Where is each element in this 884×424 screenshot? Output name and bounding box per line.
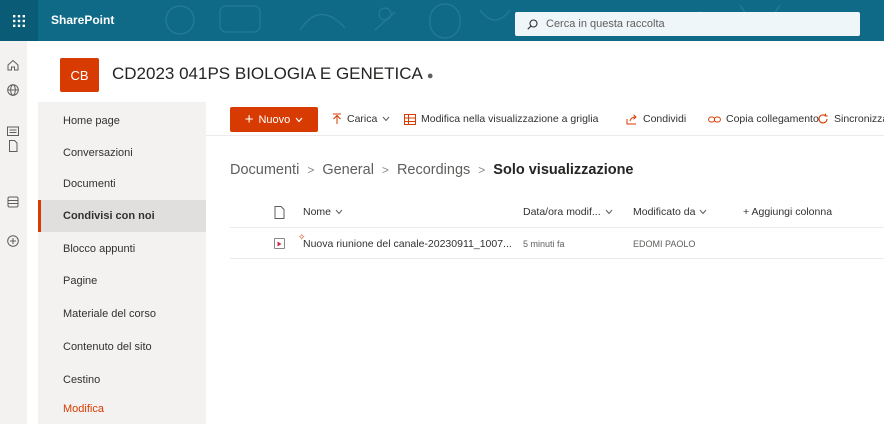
app-rail [0, 41, 27, 424]
list-header: Nome Data/ora modif... Modificato da + A… [230, 196, 884, 228]
suite-header: SharePoint Cerca in questa raccolta [0, 0, 884, 41]
share-label: Condividi [643, 113, 687, 125]
new-button[interactable]: + Nuovo [230, 107, 318, 132]
home-icon[interactable] [6, 58, 20, 72]
column-header-name[interactable]: Nome [303, 196, 343, 228]
modified-value: 5 minuti fa [523, 238, 565, 249]
grid-icon [404, 113, 416, 125]
nav-item-pages[interactable]: Pagine [38, 265, 206, 297]
name-column-label: Nome [303, 206, 332, 218]
sync-button[interactable]: Sincronizza [817, 102, 884, 136]
chevron-down-icon [382, 116, 390, 122]
search-icon [527, 18, 538, 30]
nav-item-class-materials[interactable]: Materiale del corso [38, 298, 206, 330]
sync-label: Sincronizza [834, 113, 884, 125]
video-file-icon [274, 228, 285, 259]
nav-edit-link[interactable]: Modifica [38, 393, 206, 424]
share-icon [626, 113, 637, 124]
copy-link-label: Copia collegamento [726, 113, 819, 125]
news-icon[interactable] [6, 124, 20, 138]
app-name[interactable]: SharePoint [51, 0, 114, 41]
site-logo[interactable]: CB [60, 58, 99, 92]
upload-icon [333, 113, 341, 124]
modified-by-column-label: Modificato da [633, 206, 696, 218]
share-button[interactable]: Condividi [626, 102, 686, 136]
chevron-down-icon [605, 209, 613, 215]
plus-icon: + [244, 111, 254, 128]
file-type-icon [274, 205, 285, 219]
column-header-modified[interactable]: Data/ora modif... [523, 196, 613, 228]
waffle-icon [13, 14, 25, 27]
column-header-modified-by[interactable]: Modificato da [633, 196, 707, 228]
modified-by-value[interactable]: EDOMI PAOLO [633, 228, 695, 259]
copy-link-button[interactable]: Copia collegamento [708, 102, 819, 136]
create-icon[interactable] [6, 234, 20, 248]
nav-item-conversations[interactable]: Conversazioni [38, 137, 206, 169]
site-title[interactable]: CD2023 041PS BIOLOGIA E GENETICA [112, 64, 423, 83]
nav-item-shared-with-us[interactable]: Condivisi con noi [38, 200, 206, 232]
chevron-right-icon: > [307, 163, 315, 177]
breadcrumb: Documenti > General > Recordings > Solo … [230, 162, 634, 178]
upload-button[interactable]: Carica [332, 102, 390, 136]
play-icon [277, 241, 282, 246]
grid-view-label: Modifica nella visualizzazione a griglia [421, 113, 599, 125]
command-bar: + Nuovo Carica Modifica nella visualizza… [206, 102, 884, 136]
nav-item-site-contents[interactable]: Contenuto del sito [38, 331, 206, 363]
globe-icon[interactable] [6, 83, 20, 97]
search-box[interactable]: Cerca in questa raccolta [515, 12, 860, 36]
search-placeholder: Cerca in questa raccolta [546, 18, 665, 30]
nav-item-documents[interactable]: Documenti [38, 168, 206, 200]
chevron-down-icon [295, 117, 303, 122]
chevron-right-icon: > [478, 163, 486, 177]
file-icon[interactable] [6, 139, 20, 153]
chevron-down-icon [335, 209, 343, 215]
chevron-right-icon: > [381, 163, 389, 177]
nav-item-notebook[interactable]: Blocco appunti [38, 233, 206, 265]
file-type-column-header[interactable] [274, 196, 285, 228]
new-button-label: Nuovo [258, 113, 291, 126]
nav-item-recycle-bin[interactable]: Cestino [38, 364, 206, 396]
modified-column-label: Data/ora modif... [523, 206, 601, 218]
chevron-down-icon [700, 209, 707, 215]
lists-icon[interactable] [6, 195, 20, 209]
breadcrumb-item-recordings[interactable]: Recordings [397, 162, 470, 178]
breadcrumb-item-documents[interactable]: Documenti [230, 162, 299, 178]
teams-icon: ● [426, 70, 434, 82]
app-launcher-button[interactable] [0, 0, 38, 41]
site-navigation: Home page Conversazioni Documenti Condiv… [38, 102, 206, 424]
breadcrumb-item-general[interactable]: General [322, 162, 374, 178]
grid-view-button[interactable]: Modifica nella visualizzazione a griglia [404, 102, 598, 136]
link-icon [708, 116, 721, 122]
table-row[interactable]: ✧ Nuova riunione del canale-20230911_100… [230, 228, 884, 259]
upload-label: Carica [347, 113, 378, 125]
breadcrumb-current: Solo visualizzazione [493, 162, 634, 178]
file-name-link[interactable]: Nuova riunione del canale-20230911_1007.… [303, 228, 512, 259]
sync-icon [818, 113, 828, 124]
nav-item-home[interactable]: Home page [38, 105, 206, 137]
add-column-button[interactable]: + Aggiungi colonna [743, 196, 832, 228]
site-title-wrap: CD2023 041PS BIOLOGIA E GENETICA ● [112, 64, 434, 84]
